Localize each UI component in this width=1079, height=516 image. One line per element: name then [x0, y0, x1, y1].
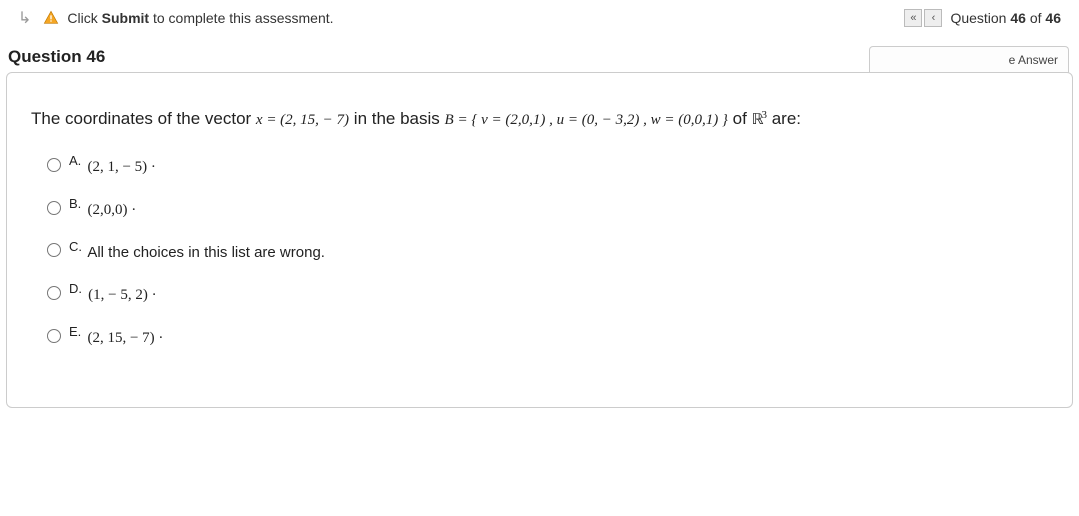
choice-c[interactable]: C. All the choices in this list are wron…	[47, 239, 1048, 261]
stem-basis: B = { v = (2,0,1) , u = (0, − 3,2) , w =…	[445, 112, 728, 128]
choice-b-label: B. (2,0,0) ·	[69, 196, 136, 219]
stem-space: ℝ3	[752, 112, 767, 128]
nav-prev-button[interactable]: ‹	[924, 9, 942, 27]
choice-b-radio[interactable]	[47, 201, 61, 215]
question-stem: The coordinates of the vector x = (2, 15…	[31, 107, 1048, 131]
choice-a-label: A. (2, 1, − 5) ·	[69, 153, 156, 176]
nav-first-button[interactable]: «	[904, 9, 922, 27]
choice-e-radio[interactable]	[47, 329, 61, 343]
choice-b[interactable]: B. (2,0,0) ·	[47, 196, 1048, 219]
choice-e[interactable]: E. (2, 15, − 7) ·	[47, 324, 1048, 347]
warning-icon	[43, 9, 59, 27]
choice-list: A. (2, 1, − 5) · B. (2,0,0) · C. All the…	[31, 153, 1048, 347]
choice-a[interactable]: A. (2, 1, − 5) ·	[47, 153, 1048, 176]
choice-c-label: C. All the choices in this list are wron…	[69, 239, 325, 261]
choice-d[interactable]: D. (1, − 5, 2) ·	[47, 281, 1048, 304]
choice-a-radio[interactable]	[47, 158, 61, 172]
instruction-text: Click Submit to complete this assessment…	[67, 10, 333, 26]
nav-area: « ‹ Question 46 of 46	[904, 9, 1061, 27]
instruction-area: ↳ Click Submit to complete this assessme…	[18, 8, 334, 28]
question-title: Question 46	[6, 47, 105, 73]
choice-d-label: D. (1, − 5, 2) ·	[69, 281, 157, 304]
question-header: Question 46 e Answer	[0, 46, 1079, 73]
top-bar: ↳ Click Submit to complete this assessme…	[0, 0, 1079, 36]
choice-e-label: E. (2, 15, − 7) ·	[69, 324, 163, 347]
question-counter: Question 46 of 46	[950, 10, 1061, 26]
stem-text-4: are:	[772, 109, 801, 128]
question-box: The coordinates of the vector x = (2, 15…	[6, 72, 1073, 408]
choice-d-radio[interactable]	[47, 286, 61, 300]
stem-text-3: of	[733, 109, 752, 128]
stem-vector-x: x = (2, 15, − 7)	[256, 112, 349, 128]
reply-arrow-icon: ↳	[18, 8, 31, 28]
stem-text-2: in the basis	[354, 109, 445, 128]
stem-text-1: The coordinates of the vector	[31, 109, 256, 128]
choice-c-radio[interactable]	[47, 243, 61, 257]
answer-tab[interactable]: e Answer	[869, 46, 1069, 73]
